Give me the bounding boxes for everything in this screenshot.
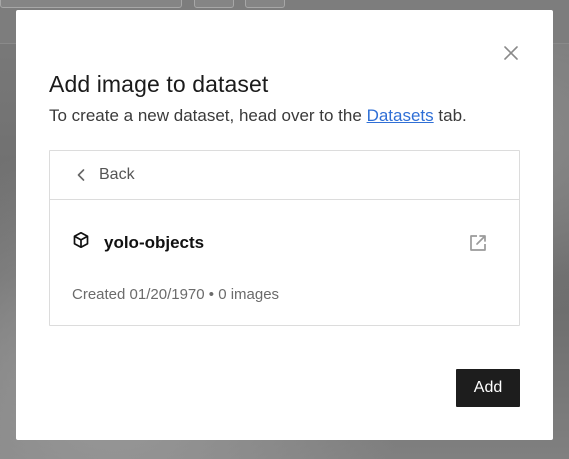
dataset-panel: Back yolo-objects Created 01/20/1970 • 0… (49, 150, 520, 326)
background-button (245, 0, 285, 8)
subtitle-text: To create a new dataset, head over to th… (49, 106, 362, 125)
close-button[interactable] (501, 43, 521, 63)
background-button (194, 0, 234, 8)
background-input (0, 0, 182, 8)
modal-subtitle: To create a new dataset, head over to th… (49, 106, 467, 126)
datasets-link[interactable]: Datasets (367, 106, 434, 125)
close-icon (504, 46, 518, 60)
add-to-dataset-modal: Add image to dataset To create a new dat… (16, 10, 553, 440)
dataset-meta: Created 01/20/1970 • 0 images (72, 286, 280, 303)
dataset-item[interactable]: yolo-objects (72, 231, 204, 254)
dataset-name: yolo-objects (104, 232, 205, 252)
cube-icon (72, 231, 90, 254)
back-button[interactable]: Back (50, 151, 519, 200)
add-button[interactable]: Add (456, 369, 520, 407)
modal-title: Add image to dataset (49, 71, 269, 97)
back-label: Back (99, 166, 135, 183)
open-dataset-button[interactable] (468, 233, 488, 253)
chevron-left-icon (77, 168, 87, 182)
external-link-icon (470, 235, 486, 251)
subtitle-suffix: tab. (438, 106, 467, 125)
